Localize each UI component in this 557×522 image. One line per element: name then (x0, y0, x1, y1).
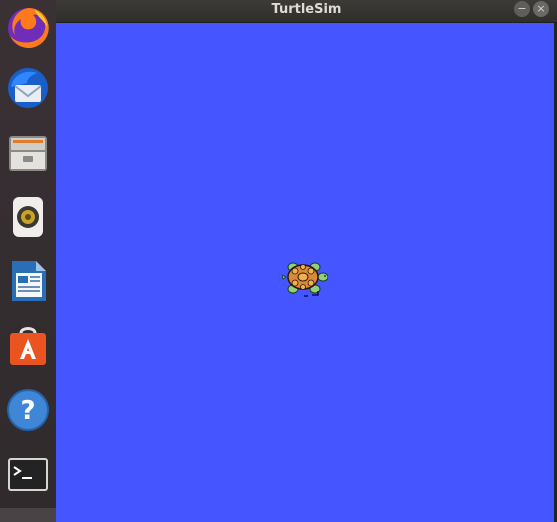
turtle-icon (282, 262, 328, 297)
desktop: ? TurtleSim − × (0, 0, 557, 522)
ubuntu-dock: ? (0, 0, 57, 522)
dock-item-thunderbird[interactable] (0, 60, 56, 116)
window-title: TurtleSim (271, 2, 342, 17)
minimize-button[interactable]: − (514, 1, 530, 17)
rhythmbox-icon (13, 197, 43, 237)
thunderbird-icon (8, 68, 48, 108)
svg-text:?: ? (20, 396, 35, 426)
dock-item-software[interactable] (0, 316, 56, 372)
files-icon (9, 136, 47, 171)
dock-item-firefox[interactable] (0, 0, 56, 56)
dock-item-files[interactable] (0, 124, 56, 180)
dock-item-rhythmbox[interactable] (0, 188, 56, 244)
dock-item-terminal[interactable] (0, 446, 56, 502)
window-titlebar[interactable]: TurtleSim − × (56, 0, 557, 23)
help-icon: ? (7, 389, 49, 431)
turtlesim-window: TurtleSim − × (56, 0, 557, 522)
firefox-icon (8, 7, 49, 48)
dock-item-partial[interactable] (0, 508, 56, 522)
close-button[interactable]: × (533, 1, 549, 17)
dock-item-writer[interactable] (0, 252, 56, 308)
libreoffice-writer-icon (12, 261, 46, 301)
turtle-canvas[interactable] (56, 23, 554, 522)
dock-item-help[interactable]: ? (0, 382, 56, 438)
terminal-icon (8, 458, 48, 491)
software-center-icon (10, 327, 46, 365)
